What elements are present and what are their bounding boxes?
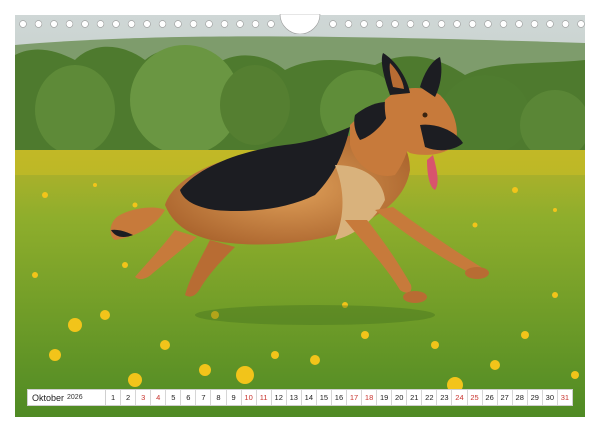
binding-hole xyxy=(484,20,492,28)
binding-hole xyxy=(437,20,446,28)
day-cell: 3 xyxy=(136,390,152,405)
month-label: Oktober xyxy=(32,392,65,403)
day-cells: 1 2 3 4 5 6 7 8 9 10 11 12 13 14 15 16 17 18 19 20 21 22 23 24 2… xyxy=(106,390,572,405)
day-cell: 26 xyxy=(482,390,498,405)
day-cell: 25 xyxy=(467,390,483,405)
day-cell: 4 xyxy=(151,390,167,405)
binding-hole xyxy=(127,20,136,28)
day-cell: 8 xyxy=(211,390,227,405)
day-cell: 27 xyxy=(497,390,513,405)
day-cell: 15 xyxy=(316,390,332,405)
binding-hole xyxy=(143,20,151,28)
spiral-binding xyxy=(15,14,585,34)
binding-hole xyxy=(236,20,244,28)
day-cell: 30 xyxy=(542,390,558,405)
day-cell: 7 xyxy=(196,390,212,405)
binding-hole xyxy=(96,20,105,28)
calendar-month-title: Oktober 2026 xyxy=(28,390,106,405)
dog-photo xyxy=(15,15,585,417)
day-cell: 5 xyxy=(166,390,182,405)
binding-hole xyxy=(422,20,430,28)
binding-hole xyxy=(34,20,43,28)
day-cell: 16 xyxy=(331,390,347,405)
binding-hole xyxy=(220,20,229,28)
binding-hole xyxy=(65,20,74,28)
day-cell: 1 xyxy=(106,390,122,405)
binding-hole xyxy=(174,20,182,28)
binding-hole xyxy=(189,20,198,28)
calendar-date-strip: Oktober 2026 1 2 3 4 5 6 7 8 9 10 11 12 13 14 15 16 17 18… xyxy=(27,389,573,406)
day-cell: 28 xyxy=(512,390,528,405)
binding-hole xyxy=(81,20,89,28)
day-cell: 21 xyxy=(407,390,423,405)
day-cell: 18 xyxy=(362,390,378,405)
binding-hole xyxy=(205,20,213,28)
binding-hole xyxy=(546,20,554,28)
day-cell: 24 xyxy=(452,390,468,405)
binding-hole xyxy=(453,20,461,28)
day-cell: 20 xyxy=(392,390,408,405)
binding-hole xyxy=(329,20,337,28)
day-cell: 12 xyxy=(271,390,287,405)
binding-hole xyxy=(561,20,570,28)
binding-hole xyxy=(530,20,539,28)
day-cell: 22 xyxy=(422,390,438,405)
binding-hole xyxy=(577,20,585,28)
day-cell: 31 xyxy=(557,390,572,405)
binding-hole xyxy=(251,20,260,28)
binding-hole xyxy=(391,20,399,28)
day-cell: 9 xyxy=(226,390,242,405)
day-cell: 23 xyxy=(437,390,453,405)
binding-hole xyxy=(406,20,415,28)
day-cell: 14 xyxy=(301,390,317,405)
day-cell: 19 xyxy=(377,390,393,405)
binding-hole xyxy=(499,20,508,28)
day-cell: 11 xyxy=(256,390,272,405)
binding-hole xyxy=(360,20,368,28)
year-label: 2026 xyxy=(67,394,83,401)
day-cell: 6 xyxy=(181,390,197,405)
binding-hole xyxy=(515,20,523,28)
day-cell: 13 xyxy=(286,390,302,405)
day-cell: 2 xyxy=(121,390,137,405)
binding-hole xyxy=(112,20,120,28)
day-cell: 10 xyxy=(241,390,257,405)
binding-hole xyxy=(267,20,275,28)
dog-photo-image xyxy=(15,15,585,417)
binding-hole xyxy=(375,20,384,28)
binding-hole xyxy=(344,20,353,28)
day-cell: 17 xyxy=(347,390,363,405)
day-cell: 29 xyxy=(527,390,543,405)
binding-hole xyxy=(468,20,477,28)
binding-hole xyxy=(19,20,27,28)
binding-hole xyxy=(158,20,167,28)
binding-hole xyxy=(50,20,58,28)
